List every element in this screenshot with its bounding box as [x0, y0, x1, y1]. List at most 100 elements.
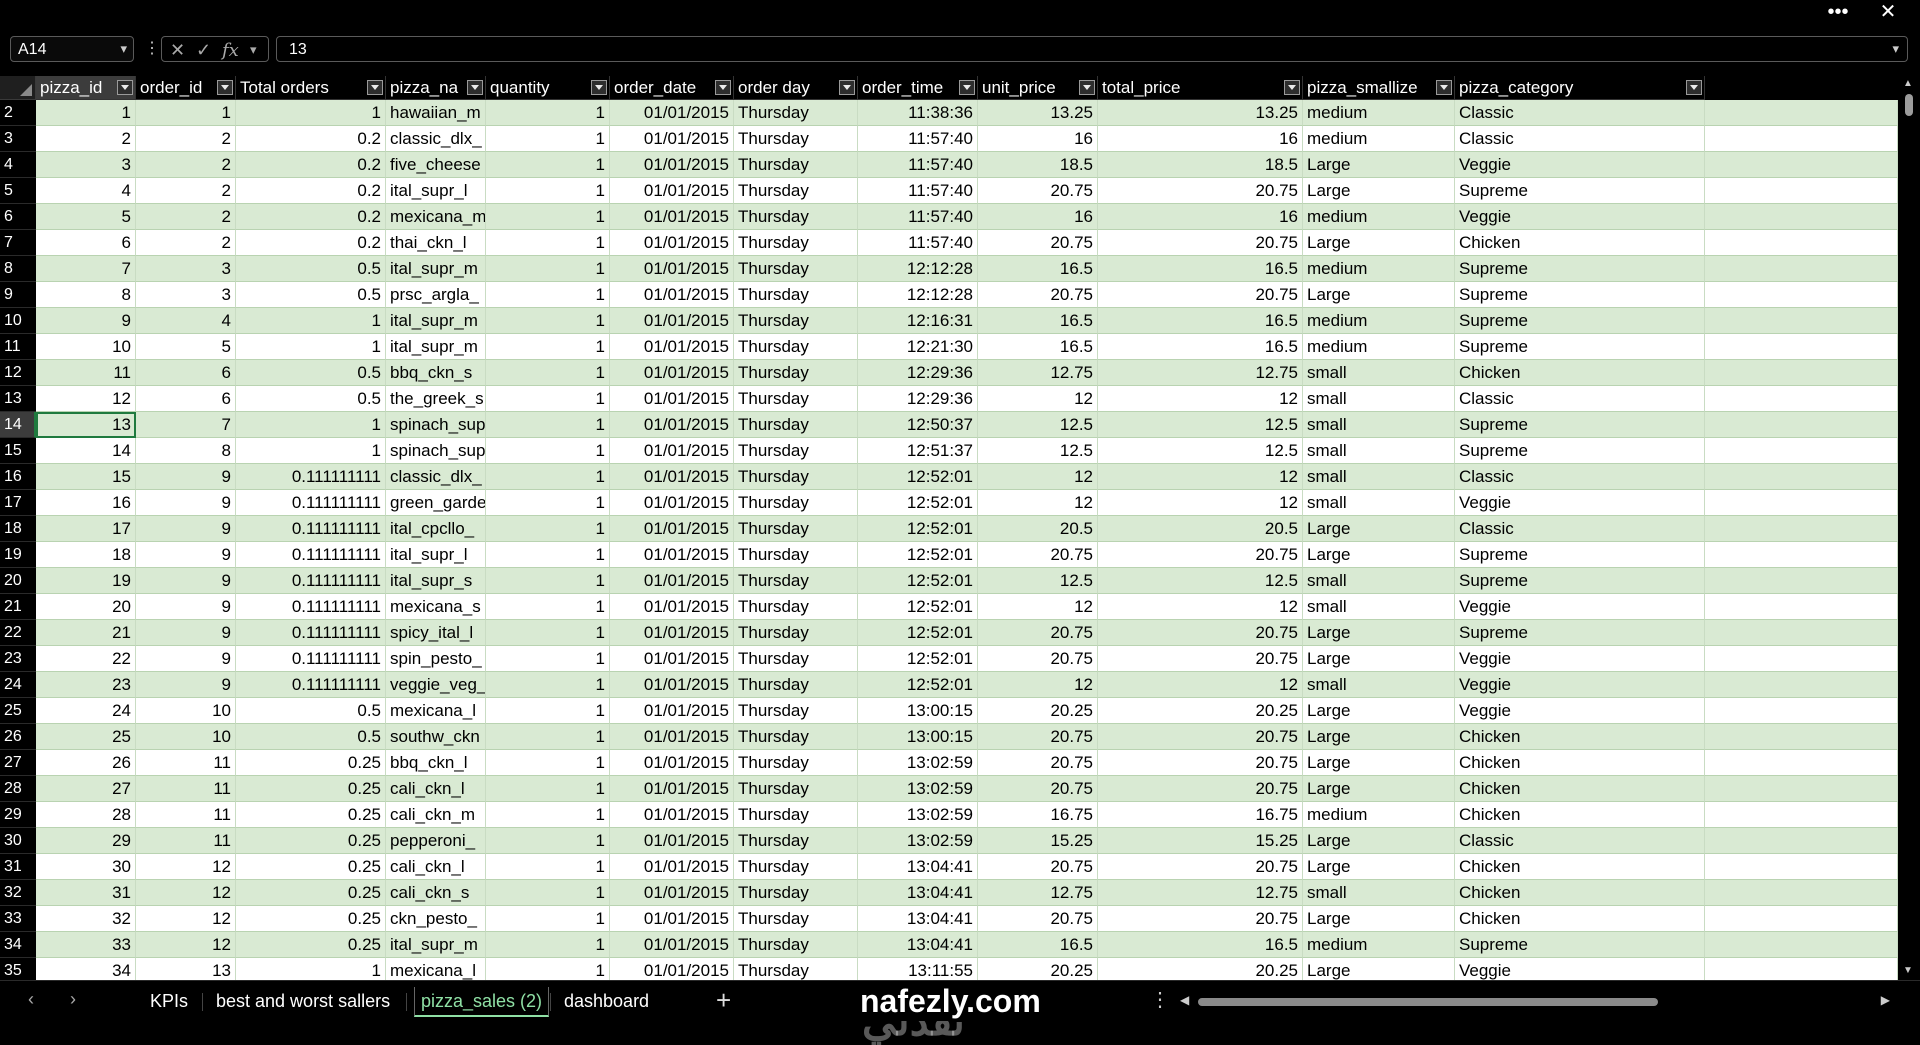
column-header-pizza-id[interactable]: pizza_id	[36, 76, 136, 100]
table-cell[interactable]: Supreme	[1455, 334, 1705, 360]
table-cell[interactable]: medium	[1303, 308, 1455, 334]
table-cell[interactable]: 1	[486, 126, 610, 152]
table-cell[interactable]: 0.111111111	[236, 490, 386, 516]
table-cell[interactable]: 12:52:01	[858, 672, 978, 698]
table-cell[interactable]: medium	[1303, 334, 1455, 360]
table-cell[interactable]: Classic	[1455, 828, 1705, 854]
table-cell[interactable]: ital_cpcllo_	[386, 516, 486, 542]
table-cell[interactable]: 12	[1098, 386, 1303, 412]
table-cell[interactable]: 1	[486, 802, 610, 828]
table-cell[interactable]: 22	[36, 646, 136, 672]
table-cell[interactable]: Large	[1303, 906, 1455, 932]
table-cell[interactable]: 12	[978, 464, 1098, 490]
table-cell[interactable]: 20.75	[1098, 620, 1303, 646]
row-header[interactable]: 3	[0, 126, 36, 152]
row-header[interactable]: 24	[0, 672, 36, 698]
table-cell[interactable]: 11	[136, 802, 236, 828]
filter-dropdown-icon[interactable]	[839, 80, 855, 95]
close-icon[interactable]: ✕	[1870, 0, 1906, 24]
table-cell[interactable]: Thursday	[734, 776, 858, 802]
table-cell[interactable]: Supreme	[1455, 282, 1705, 308]
table-cell[interactable]: 1	[486, 828, 610, 854]
row-header[interactable]: 20	[0, 568, 36, 594]
table-cell[interactable]: 12:12:28	[858, 282, 978, 308]
vertical-scrollbar[interactable]: ▲ ▼	[1898, 76, 1920, 980]
table-cell[interactable]: 1	[486, 438, 610, 464]
table-cell[interactable]: thai_ckn_l	[386, 230, 486, 256]
column-header-pizza-na[interactable]: pizza_na	[386, 76, 486, 100]
table-cell[interactable]: Chicken	[1455, 230, 1705, 256]
table-cell[interactable]: 1	[486, 178, 610, 204]
table-cell[interactable]: 1	[236, 438, 386, 464]
table-cell[interactable]: Large	[1303, 828, 1455, 854]
table-cell[interactable]: bbq_ckn_s	[386, 360, 486, 386]
table-cell[interactable]: 18.5	[978, 152, 1098, 178]
row-header[interactable]: 13	[0, 386, 36, 412]
table-cell[interactable]: 16	[1098, 204, 1303, 230]
empty-cells[interactable]	[1705, 334, 1898, 360]
table-cell[interactable]: Chicken	[1455, 776, 1705, 802]
table-cell[interactable]: 1	[486, 724, 610, 750]
table-cell[interactable]: 01/01/2015	[610, 100, 734, 126]
table-cell[interactable]: 2	[136, 204, 236, 230]
filter-dropdown-icon[interactable]	[715, 80, 731, 95]
table-cell[interactable]: 24	[36, 698, 136, 724]
table-cell[interactable]: medium	[1303, 802, 1455, 828]
table-cell[interactable]: 1	[236, 412, 386, 438]
table-cell[interactable]: 1	[486, 100, 610, 126]
column-header-pizza-category[interactable]: pizza_category	[1455, 76, 1705, 100]
table-cell[interactable]: 16.75	[978, 802, 1098, 828]
table-cell[interactable]: 13:04:41	[858, 932, 978, 958]
table-cell[interactable]: Chicken	[1455, 750, 1705, 776]
table-cell[interactable]: 12.75	[1098, 880, 1303, 906]
empty-cells[interactable]	[1705, 724, 1898, 750]
table-cell[interactable]: 0.111111111	[236, 646, 386, 672]
table-cell[interactable]: Thursday	[734, 880, 858, 906]
table-cell[interactable]: 1	[136, 100, 236, 126]
row-header[interactable]: 8	[0, 256, 36, 282]
table-cell[interactable]: 12:21:30	[858, 334, 978, 360]
row-header[interactable]: 32	[0, 880, 36, 906]
table-cell[interactable]: small	[1303, 594, 1455, 620]
table-cell[interactable]: 01/01/2015	[610, 334, 734, 360]
row-header[interactable]: 18	[0, 516, 36, 542]
table-cell[interactable]: Chicken	[1455, 360, 1705, 386]
table-cell[interactable]: 12.5	[1098, 568, 1303, 594]
table-cell[interactable]: ital_supr_s	[386, 568, 486, 594]
table-cell[interactable]: Thursday	[734, 646, 858, 672]
table-cell[interactable]: 15	[36, 464, 136, 490]
table-cell[interactable]: 15.25	[1098, 828, 1303, 854]
table-cell[interactable]: prsc_argla_	[386, 282, 486, 308]
table-cell[interactable]: Large	[1303, 698, 1455, 724]
table-cell[interactable]: 0.2	[236, 126, 386, 152]
table-cell[interactable]: 0.5	[236, 386, 386, 412]
table-cell[interactable]: 01/01/2015	[610, 802, 734, 828]
table-cell[interactable]: 12	[978, 490, 1098, 516]
table-cell[interactable]: 19	[36, 568, 136, 594]
table-cell[interactable]: five_cheese	[386, 152, 486, 178]
table-cell[interactable]: 01/01/2015	[610, 308, 734, 334]
table-cell[interactable]: 12:52:01	[858, 620, 978, 646]
formula-input[interactable]: 13 ▾	[276, 36, 1908, 62]
empty-cells[interactable]	[1705, 776, 1898, 802]
empty-cells[interactable]	[1705, 750, 1898, 776]
table-cell[interactable]: 0.25	[236, 854, 386, 880]
empty-cells[interactable]	[1705, 360, 1898, 386]
table-cell[interactable]: 20.75	[1098, 854, 1303, 880]
scroll-down-icon[interactable]: ▼	[1903, 965, 1913, 976]
table-cell[interactable]: 0.25	[236, 906, 386, 932]
table-cell[interactable]: 1	[486, 750, 610, 776]
table-cell[interactable]: medium	[1303, 126, 1455, 152]
table-cell[interactable]: 27	[36, 776, 136, 802]
row-header[interactable]: 11	[0, 334, 36, 360]
table-cell[interactable]: 0.5	[236, 360, 386, 386]
table-cell[interactable]: 20.75	[978, 646, 1098, 672]
table-cell[interactable]: 1	[486, 568, 610, 594]
row-header[interactable]: 28	[0, 776, 36, 802]
empty-cells[interactable]	[1705, 386, 1898, 412]
table-cell[interactable]: small	[1303, 360, 1455, 386]
table-cell[interactable]: 16.5	[1098, 256, 1303, 282]
table-cell[interactable]: 1	[486, 542, 610, 568]
table-cell[interactable]: 7	[36, 256, 136, 282]
empty-cells[interactable]	[1705, 152, 1898, 178]
